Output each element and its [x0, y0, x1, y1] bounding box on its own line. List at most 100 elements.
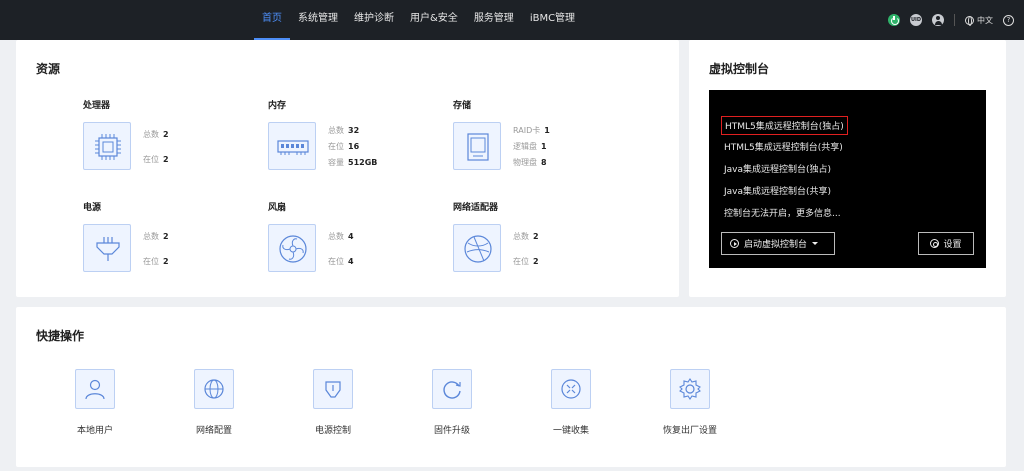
stat-value: 32 [348, 126, 360, 135]
main-nav: 首页 系统管理 维护诊断 用户&安全 服务管理 iBMC管理 [254, 0, 583, 40]
stat-value: 8 [541, 158, 547, 167]
divider [954, 14, 955, 26]
stat-key: 在位 [328, 257, 344, 266]
resource-label: 电源 [83, 203, 102, 213]
help-icon[interactable]: ? [1003, 14, 1014, 26]
stat-value: 2 [163, 232, 169, 241]
uid-icon[interactable]: UID [910, 14, 922, 26]
stat-total: 总数 32 [328, 125, 359, 136]
console-link-java-exclusive[interactable]: Java集成远程控制台(独占) [724, 162, 831, 175]
quick-operations-title: 快捷操作 [36, 329, 85, 343]
top-nav-bar: 首页 系统管理 维护诊断 用户&安全 服务管理 iBMC管理 UID 中文 ? [0, 0, 1024, 40]
stat-key: 总数 [143, 130, 159, 139]
stat-present: 在位 16 [328, 141, 359, 152]
quick-label: 网络配置 [195, 426, 232, 436]
quick-firmware-upgrade[interactable]: 固件升级 [402, 369, 502, 436]
quick-label: 恢复出厂设置 [662, 426, 717, 436]
console-settings-button[interactable]: 设置 [918, 232, 974, 255]
network-adapter-icon [453, 224, 501, 272]
quick-one-click-collect[interactable]: 一键收集 [521, 369, 621, 436]
stat-total: 总数 2 [143, 231, 169, 242]
console-link-java-shared[interactable]: Java集成远程控制台(共享) [724, 184, 831, 197]
console-panel: HTML5集成远程控制台(独占) HTML5集成远程控制台(共享) Java集成… [709, 90, 986, 268]
stat-value: 2 [163, 130, 169, 139]
quick-operations-card: 快捷操作 本地用户 网络配置 电源控制 固件升级 一键收集 恢复出厂设置 [16, 307, 1006, 467]
stat-present: 在位 4 [328, 256, 354, 267]
console-link-html5-exclusive[interactable]: HTML5集成远程控制台(独占) [721, 116, 848, 135]
stat-present: 在位 2 [143, 154, 169, 165]
stat-total: 总数 2 [513, 231, 539, 242]
nav-item-ibmc[interactable]: iBMC管理 [522, 0, 583, 40]
launch-console-button[interactable]: 启动虚拟控制台 [721, 232, 835, 255]
stat-present: 在位 2 [513, 256, 539, 267]
stat-key: 在位 [513, 257, 529, 266]
power-control-icon [313, 369, 353, 409]
nav-item-user-security[interactable]: 用户&安全 [402, 0, 466, 40]
quick-local-user[interactable]: 本地用户 [45, 369, 145, 436]
stat-value: 1 [541, 142, 547, 151]
quick-network-config[interactable]: 网络配置 [164, 369, 264, 436]
resource-label: 存储 [453, 101, 472, 111]
memory-icon [268, 122, 316, 170]
stat-key: 物理盘 [513, 158, 537, 167]
language-label: 中文 [977, 15, 993, 25]
gear-icon [930, 239, 940, 248]
console-link-more-info[interactable]: 控制台无法开启，更多信息... [724, 206, 841, 219]
quick-label: 一键收集 [552, 426, 589, 436]
stat-value: 2 [163, 155, 169, 164]
stat-value: 2 [533, 232, 539, 241]
launch-console-label: 启动虚拟控制台 [744, 240, 808, 250]
resources-title: 资源 [36, 62, 61, 76]
resource-label: 处理器 [83, 101, 111, 111]
stat-total: 总数 2 [143, 129, 169, 140]
stat-value: 16 [348, 142, 360, 151]
quick-power-control[interactable]: 电源控制 [283, 369, 383, 436]
stat-key: 容量 [328, 158, 344, 167]
user-account-icon[interactable] [932, 14, 944, 26]
cpu-icon [83, 122, 131, 170]
stat-key: 在位 [143, 155, 159, 164]
virtual-console-title: 虚拟控制台 [709, 62, 770, 76]
quick-label: 电源控制 [314, 426, 351, 436]
stat-key: RAID卡 [513, 126, 541, 135]
virtual-console-card: 虚拟控制台 HTML5集成远程控制台(独占) HTML5集成远程控制台(共享) … [689, 40, 1006, 297]
stat-key: 总数 [513, 232, 529, 241]
nav-item-services[interactable]: 服务管理 [466, 0, 522, 40]
stat-value: 4 [348, 257, 354, 266]
language-switch[interactable]: 中文 [965, 15, 993, 26]
stat-key: 逻辑盘 [513, 142, 537, 151]
console-link-html5-shared[interactable]: HTML5集成远程控制台(共享) [724, 140, 843, 153]
quick-label: 固件升级 [433, 426, 470, 436]
one-click-collect-icon [551, 369, 591, 409]
stat-key: 总数 [328, 126, 344, 135]
resources-card: 资源 处理器 总数 2 在位 2 内存 总数 32 在位 16 容量 512GB… [16, 40, 679, 297]
network-config-icon [194, 369, 234, 409]
stat-physical-disk: 物理盘 8 [513, 157, 547, 168]
stat-key: 在位 [143, 257, 159, 266]
chevron-down-icon [812, 242, 819, 245]
stat-key: 总数 [143, 232, 159, 241]
resource-label: 网络适配器 [453, 203, 499, 213]
nav-item-home[interactable]: 首页 [254, 0, 290, 40]
factory-reset-icon [670, 369, 710, 409]
stat-key: 总数 [328, 232, 344, 241]
stat-present: 在位 2 [143, 256, 169, 267]
nav-item-maintenance[interactable]: 维护诊断 [346, 0, 402, 40]
quick-factory-reset[interactable]: 恢复出厂设置 [640, 369, 740, 436]
stat-value: 2 [533, 257, 539, 266]
quick-label: 本地用户 [76, 426, 113, 436]
power-supply-icon [83, 224, 131, 272]
console-settings-label: 设置 [943, 240, 962, 250]
stat-value: 1 [544, 126, 550, 135]
resource-label: 风扇 [268, 203, 287, 213]
top-right-tools: UID 中文 ? [888, 0, 1014, 40]
firmware-upgrade-icon [432, 369, 472, 409]
stat-total: 总数 4 [328, 231, 354, 242]
stat-logical-disk: 逻辑盘 1 [513, 141, 547, 152]
stat-value: 2 [163, 257, 169, 266]
stat-capacity: 容量 512GB [328, 157, 377, 168]
nav-item-system[interactable]: 系统管理 [290, 0, 346, 40]
power-status-icon[interactable] [888, 14, 900, 26]
storage-icon [453, 122, 501, 170]
fan-icon [268, 224, 316, 272]
